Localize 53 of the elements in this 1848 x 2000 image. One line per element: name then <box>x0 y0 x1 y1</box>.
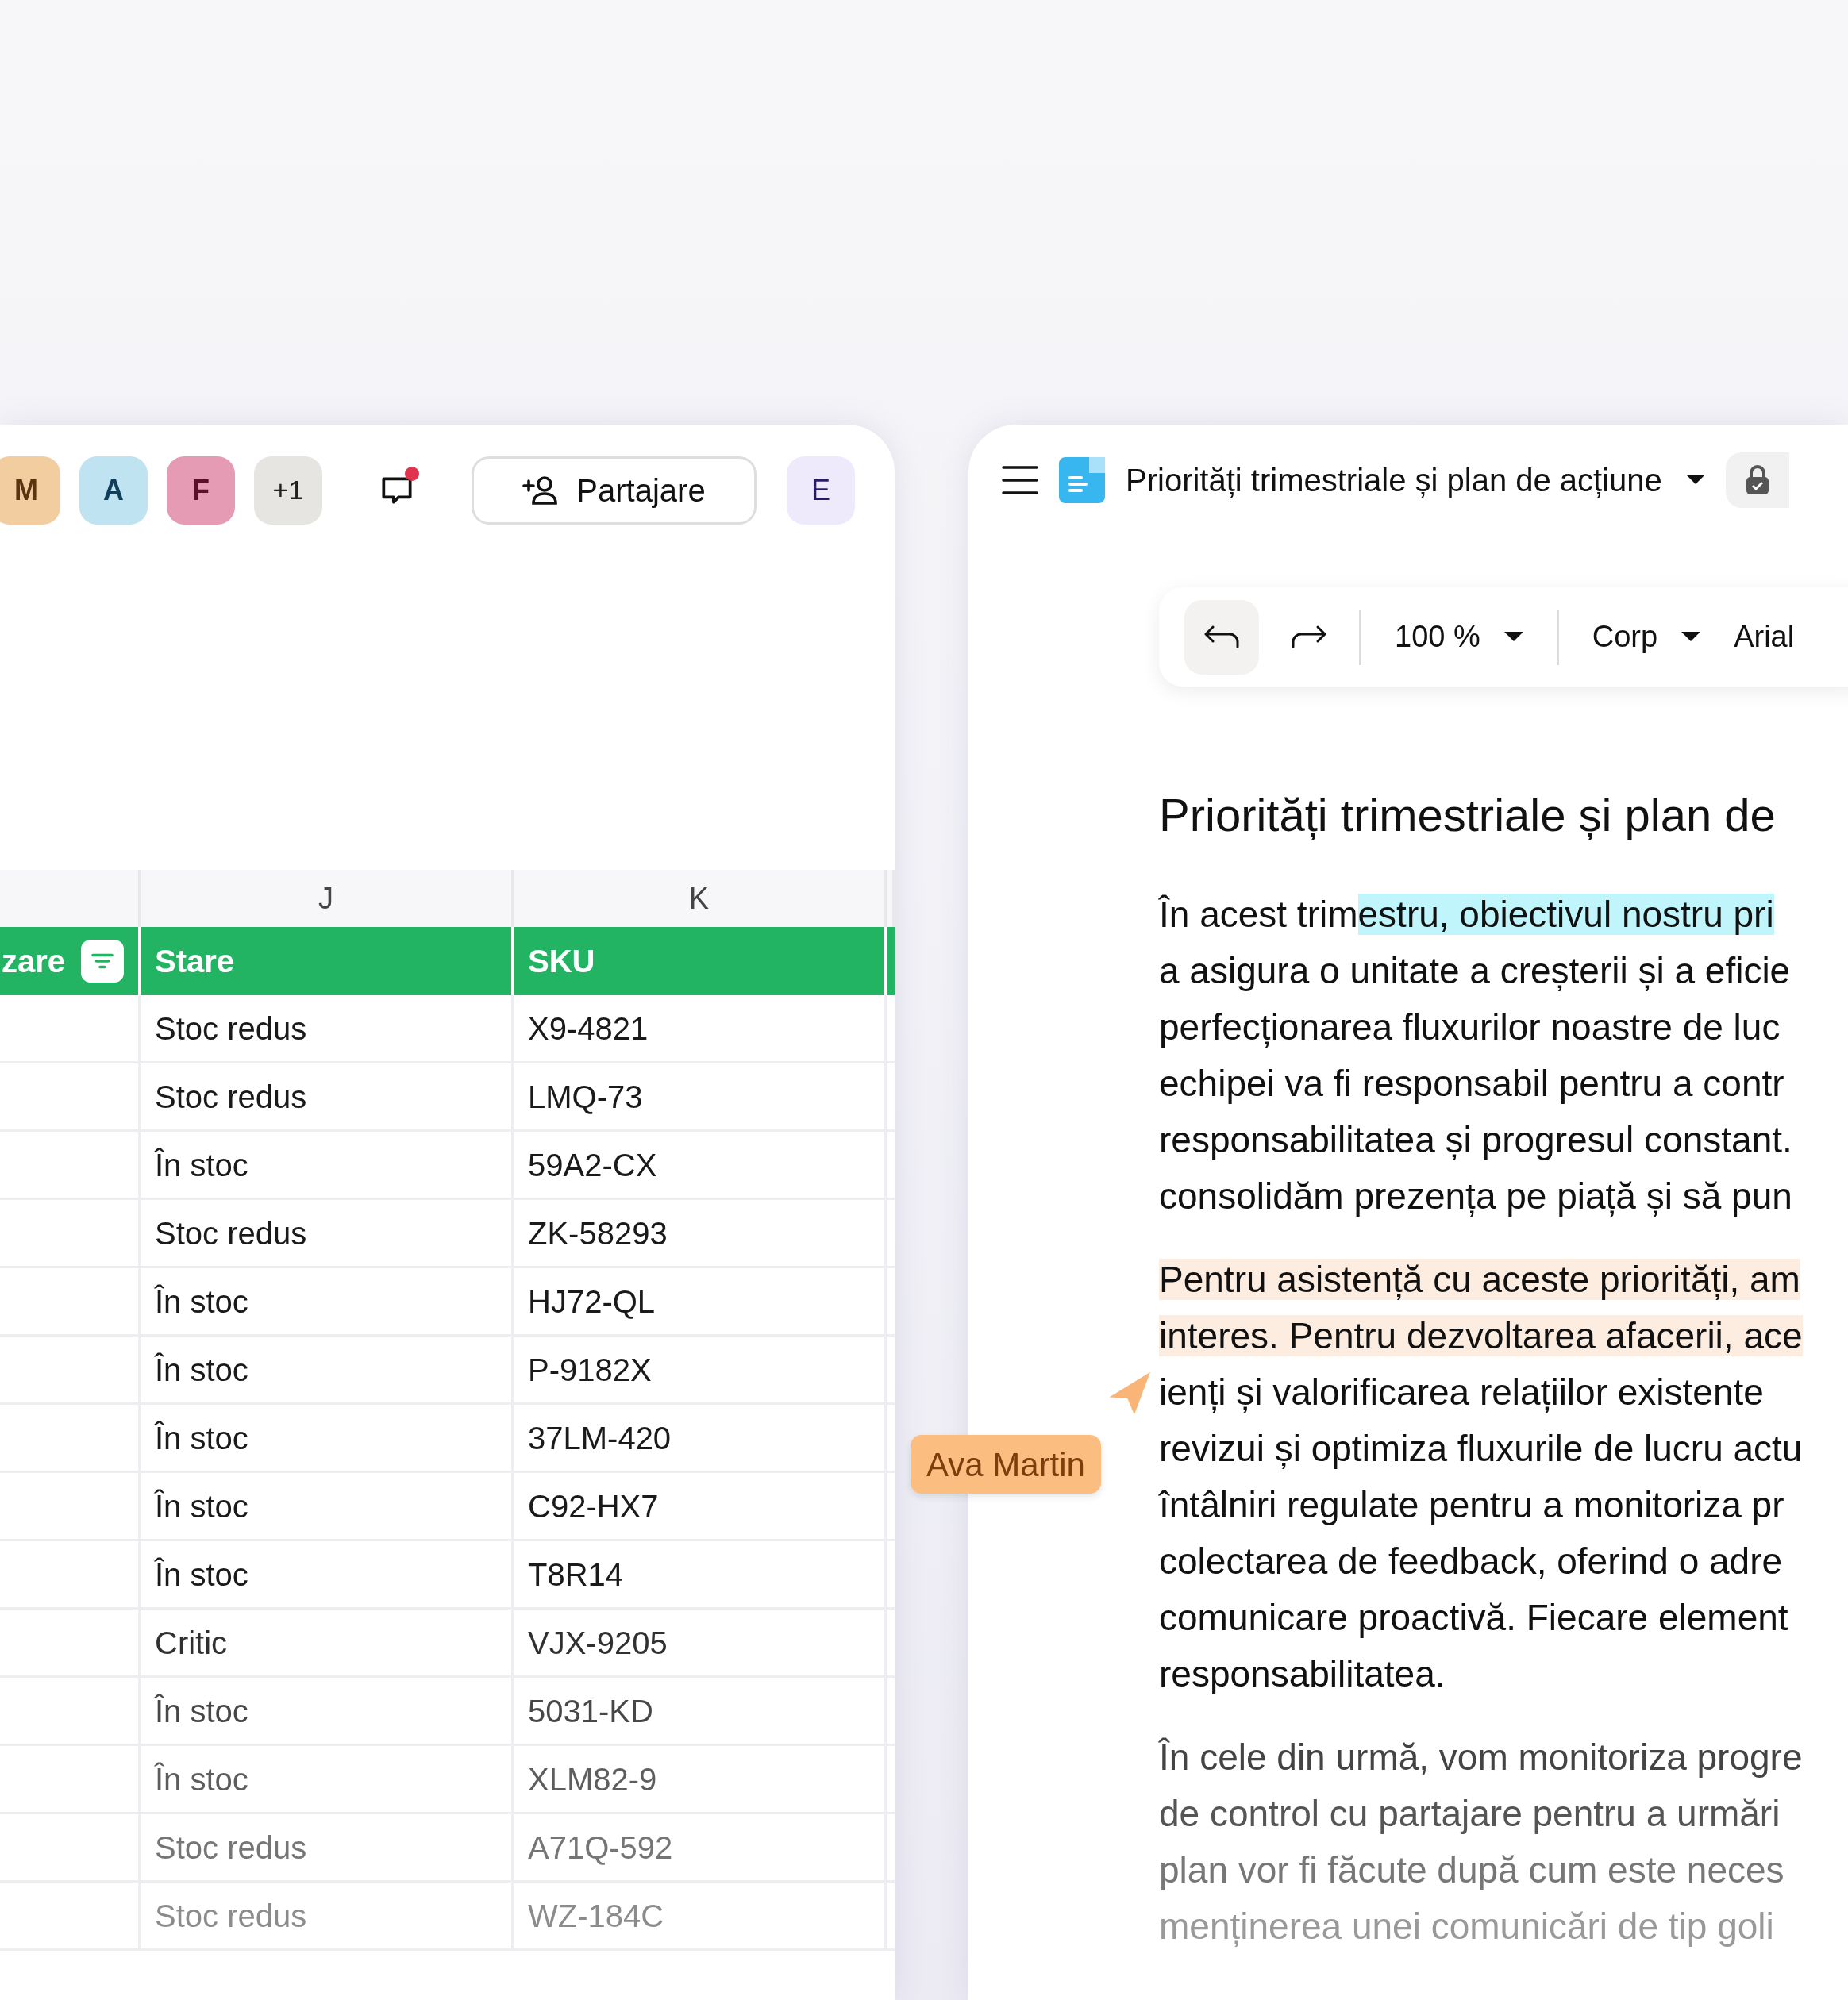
document-icon <box>1059 457 1105 503</box>
table-cell-text: În stoc <box>155 1692 248 1730</box>
table-cell-text: VJX-9205 <box>528 1624 668 1662</box>
paragraph: În acest trimestru, obiectivul nostru pri a asigura o unitate a creșterii și a eficie perfecționarea fluxurilor noastre de luc echipei va fi responsabil pentru a contr responsabilitatea și progresul constant. consolidăm prezența pe piață și să pun <box>1159 893 1793 1218</box>
table-cell-text: WZ-184C <box>528 1897 664 1935</box>
undo-button[interactable] <box>1184 599 1259 675</box>
menu-icon[interactable] <box>1002 464 1038 496</box>
table-cell-text: 59A2-CX <box>528 1146 657 1184</box>
table-cell-text: În stoc <box>155 1146 248 1184</box>
table-cell-text: X9-4821 <box>528 1010 649 1048</box>
more-collaborators-badge: +1 <box>254 456 322 525</box>
zoom-dropdown[interactable]: 100 % <box>1384 614 1534 660</box>
caret-icon <box>1681 631 1701 643</box>
table-cell-text: În stoc <box>155 1760 248 1798</box>
paragraph: Pentru asistență cu aceste priorități, am interes. Pentru dezvoltarea afacerii, ace ienți și valorificarea relațiilor existente revizui și optimiza fluxurile de lucru actu întâlniri regulate pentru a monitoriza pr colectarea de feedback, oferind o adre comunicare proactivă. Fiecare element responsabilitatea. <box>1159 1258 1804 1696</box>
table-cell-text: 37LM-420 <box>528 1419 672 1457</box>
document-heading: Priorități trimestriale și plan de <box>1159 788 1777 842</box>
table-cell-text: A71Q-592 <box>528 1829 673 1867</box>
table-cell-text: XLM82-9 <box>528 1760 657 1798</box>
table-cell-text: P-9182X <box>528 1351 652 1389</box>
cursor-name-label: Ava Martin <box>911 1435 1101 1494</box>
column-letter: K <box>688 880 710 917</box>
user-avatar[interactable]: E <box>787 456 855 525</box>
table-cell-text: ZK-58293 <box>528 1214 668 1252</box>
table-cell-text: În stoc <box>155 1283 248 1321</box>
table-cell-text: C92-HX7 <box>528 1487 659 1525</box>
table-cell-text: Stoc redus <box>155 1897 307 1935</box>
table-cell-text: T8R14 <box>528 1556 624 1594</box>
table-cell-text: În stoc <box>155 1419 248 1457</box>
table-cell-text: În stoc <box>155 1487 248 1525</box>
lock-button[interactable] <box>1725 452 1789 508</box>
table-cell-text: LMQ-73 <box>528 1078 643 1116</box>
share-button[interactable]: Partajare <box>471 456 757 525</box>
table-cell-text: HJ72-QL <box>528 1283 656 1321</box>
paragraph: În cele din urmă, vom monitoriza progre de control cu partajare pentru a urmări plan vor fi făcute după cum este neces menținerea unei comunicări de tip goli <box>1159 1736 1804 1948</box>
font-dropdown[interactable]: Arial <box>1734 614 1795 660</box>
table-cell-text: Stoc redus <box>155 1010 307 1048</box>
document-title[interactable]: Priorități trimestriale și plan de acțiune <box>1126 456 1705 504</box>
table-cell-text: Stoc redus <box>155 1829 307 1867</box>
table-cell-text: Stoc redus <box>155 1214 307 1252</box>
caret-icon <box>1685 475 1705 486</box>
table-cell-text: 5031-KD <box>528 1692 653 1730</box>
caret-icon <box>1503 631 1523 643</box>
table-cell-text: Stoc redus <box>155 1078 307 1116</box>
table-cell-text: În stoc <box>155 1351 248 1389</box>
filter-icon[interactable] <box>81 940 124 983</box>
table-cell-text: În stoc <box>155 1556 248 1594</box>
avatar: M <box>0 456 60 525</box>
column-letter: J <box>318 880 333 917</box>
avatar: A <box>79 456 148 525</box>
avatar: F <box>167 456 235 525</box>
table-cell-text: Critic <box>155 1624 228 1662</box>
style-dropdown[interactable]: Corp <box>1580 614 1712 660</box>
